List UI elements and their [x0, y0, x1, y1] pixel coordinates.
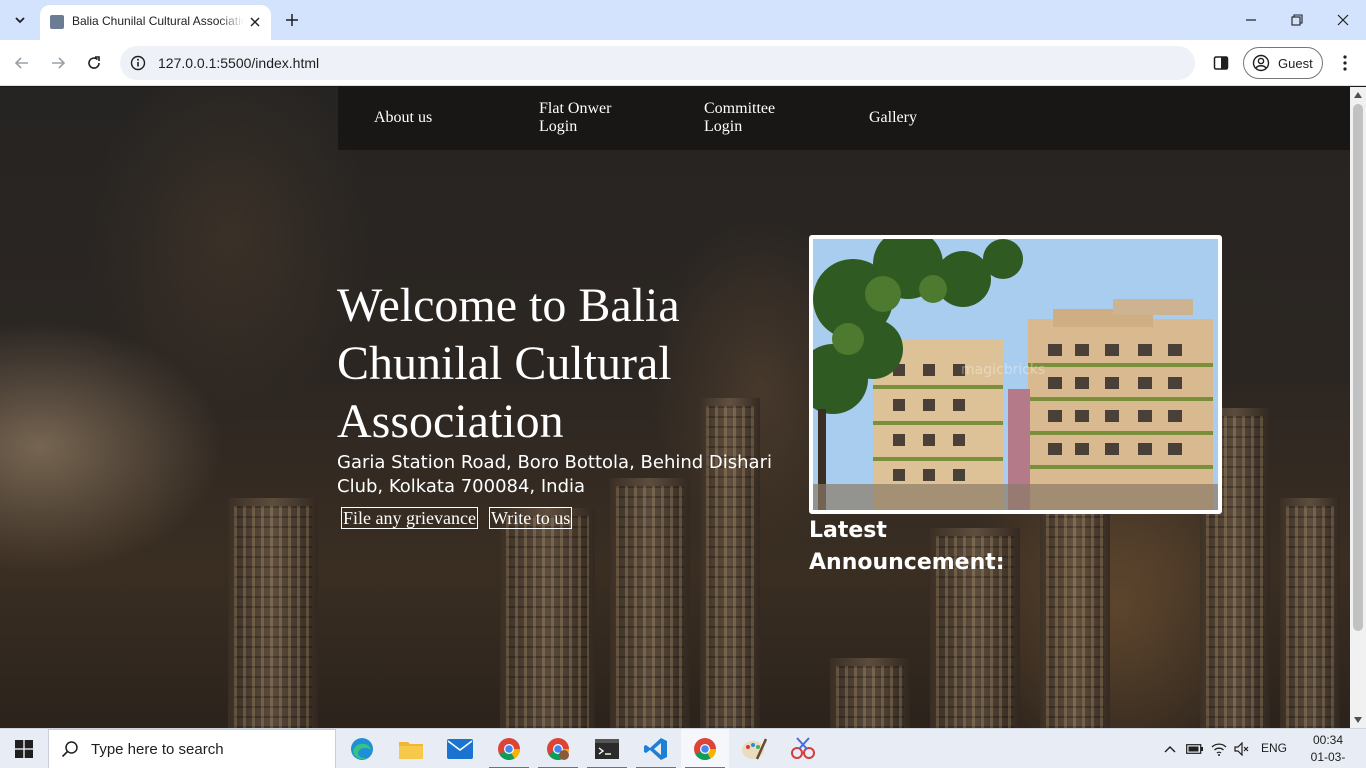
background-building — [610, 478, 690, 728]
background-building — [228, 498, 318, 728]
taskbar-search-placeholder: Type here to search — [91, 740, 224, 758]
clock-time: 00:34 — [1312, 733, 1344, 747]
tray-chevron-up-icon[interactable] — [1160, 739, 1180, 759]
window-restore-icon[interactable] — [1274, 6, 1320, 34]
snipping-tool-icon[interactable] — [779, 729, 827, 768]
edge-icon[interactable] — [338, 729, 386, 768]
browser-toolbar: 127.0.0.1:5500/index.html Guest — [0, 40, 1366, 86]
nav-gallery[interactable]: Gallery — [869, 109, 917, 127]
vscode-icon[interactable] — [632, 729, 680, 768]
side-panel-icon[interactable] — [1207, 49, 1235, 77]
browser-tabstrip: Balia Chunilal Cultural Association — [0, 0, 1366, 40]
hero-address: Garia Station Road, Boro Bottola, Behind… — [337, 452, 772, 497]
guest-avatar-icon — [1252, 54, 1270, 72]
page-scrollbar[interactable] — [1350, 87, 1366, 728]
write-to-us-button[interactable]: Write to us — [489, 507, 573, 529]
input-language[interactable]: ENG — [1261, 741, 1287, 755]
paint-icon[interactable] — [730, 729, 778, 768]
mail-icon[interactable] — [436, 729, 484, 768]
back-arrow-icon[interactable] — [8, 49, 36, 77]
chrome-active-icon[interactable] — [681, 729, 729, 768]
battery-icon[interactable] — [1185, 739, 1205, 759]
tab-title: Balia Chunilal Cultural Association — [72, 14, 244, 28]
profile-guest-button[interactable]: Guest — [1243, 47, 1323, 79]
scroll-up-arrow-icon[interactable] — [1350, 87, 1366, 103]
background-building — [1040, 498, 1110, 728]
nav-committee-line1: Committee — [704, 100, 776, 117]
new-tab-plus-icon[interactable] — [280, 8, 304, 32]
windows-start-icon[interactable] — [0, 729, 48, 768]
tab-search-chevron-icon[interactable] — [6, 6, 34, 34]
site-favicon-icon — [50, 15, 64, 29]
background-building — [830, 658, 910, 728]
photo-watermark: magicbricks — [961, 362, 1045, 378]
window-close-icon[interactable] — [1320, 6, 1366, 34]
windows-taskbar: Type here to search ENG 00:34 01-03- — [0, 728, 1366, 768]
nav-committee-line2: Login — [704, 118, 743, 135]
building-photo-illustration: magicbricks — [813, 239, 1218, 510]
nav-committee-login[interactable]: Committee Login — [704, 100, 775, 136]
clock-date: 01-03-2024 — [1310, 750, 1346, 768]
background-building — [500, 508, 595, 728]
latest-announcement-heading: Latest Announcement: — [809, 518, 1005, 575]
taskbar-clock[interactable]: 00:34 01-03-2024 — [1298, 732, 1358, 768]
wifi-icon[interactable] — [1209, 739, 1229, 759]
browser-menu-kebab-icon[interactable] — [1333, 49, 1357, 77]
nav-flat-owner-line1: Flat Onwer — [539, 100, 612, 117]
nav-flat-owner-line2: Login — [539, 118, 578, 135]
chrome-profile-icon[interactable] — [534, 729, 582, 768]
terminal-icon[interactable] — [583, 729, 631, 768]
address-bar-url: 127.0.0.1:5500/index.html — [158, 55, 320, 71]
browser-tab-active[interactable]: Balia Chunilal Cultural Association — [40, 5, 271, 40]
nav-about-us[interactable]: About us — [374, 109, 432, 127]
site-info-icon[interactable] — [128, 53, 148, 73]
scroll-down-arrow-icon[interactable] — [1350, 712, 1366, 728]
chrome-icon[interactable] — [485, 729, 533, 768]
file-explorer-icon[interactable] — [387, 729, 435, 768]
search-icon — [61, 741, 78, 758]
nav-flat-owner-login[interactable]: Flat Onwer Login — [539, 100, 611, 136]
reload-icon[interactable] — [80, 49, 108, 77]
tab-close-icon[interactable] — [246, 13, 264, 31]
address-bar[interactable]: 127.0.0.1:5500/index.html — [120, 46, 1195, 80]
window-minimize-icon[interactable] — [1228, 6, 1274, 34]
volume-muted-icon[interactable] — [1232, 739, 1252, 759]
file-grievance-button[interactable]: File any grievance — [341, 507, 478, 529]
scroll-thumb[interactable] — [1353, 104, 1363, 631]
page-viewport: About us Flat Onwer Login Committee Logi… — [0, 87, 1350, 728]
forward-arrow-icon[interactable] — [44, 49, 72, 77]
taskbar-search-box[interactable]: Type here to search — [48, 729, 336, 768]
hero-title: Welcome to Balia Chunilal Cultural Assoc… — [337, 279, 680, 448]
profile-label: Guest — [1278, 55, 1313, 71]
building-photo: magicbricks — [809, 235, 1222, 514]
site-navbar: About us Flat Onwer Login Committee Logi… — [338, 87, 1350, 150]
background-building — [1280, 498, 1340, 728]
